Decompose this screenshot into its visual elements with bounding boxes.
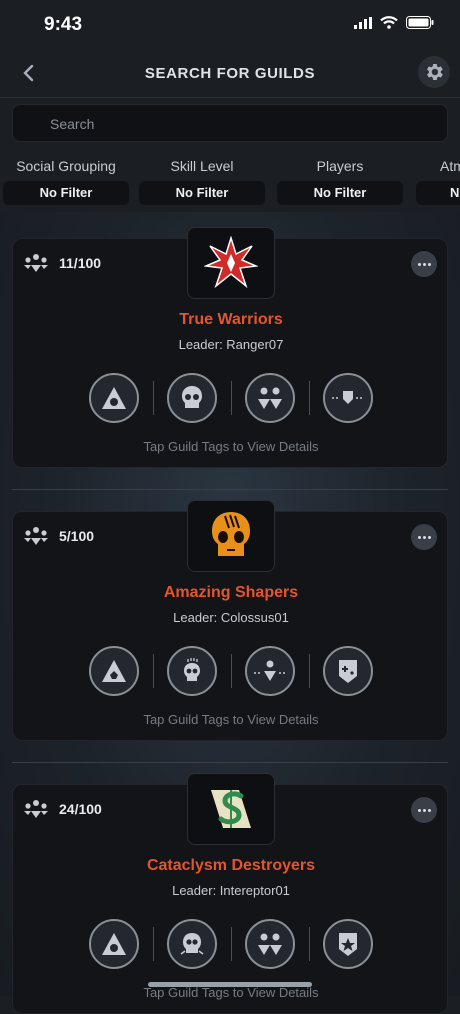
members-icon: [24, 254, 48, 272]
guild-leader: Leader: Intereptor01: [172, 883, 290, 898]
guild-tags: [89, 646, 373, 696]
search-input[interactable]: Search: [12, 104, 448, 142]
tag-social-icon[interactable]: [89, 373, 139, 423]
filter-label: Atm: [440, 158, 460, 174]
members-icon: [24, 800, 48, 818]
tag-social-icon[interactable]: [89, 646, 139, 696]
filter-atmosphere[interactable]: Atm N: [416, 158, 460, 205]
member-count: 24/100: [23, 799, 102, 819]
tag-players-icon[interactable]: [245, 919, 295, 969]
guild-card[interactable]: 5/100 Amazing Shapers Leader: Colossus01…: [12, 500, 448, 741]
tag-social-icon[interactable]: [89, 919, 139, 969]
tag-shield-icon[interactable]: [323, 919, 373, 969]
signal-icon: [354, 16, 372, 29]
guild-card[interactable]: 24/100 Cataclysm Destroyers Leader: Inte…: [12, 773, 448, 1014]
wifi-icon: [380, 16, 398, 29]
filter-label: Players: [316, 158, 364, 174]
members-icon: [24, 527, 48, 545]
more-options-button[interactable]: [411, 524, 437, 550]
status-icons: [354, 16, 434, 29]
green-s-scroll-emblem-icon: [187, 773, 275, 845]
member-count: 11/100: [23, 253, 101, 273]
page-title: SEARCH FOR GUILDS: [144, 65, 316, 82]
member-count: 5/100: [23, 526, 94, 546]
guild-name: Cataclysm Destroyers: [146, 857, 316, 874]
filter-social-grouping[interactable]: Social Grouping No Filter: [3, 158, 129, 205]
tags-hint: Tap Guild Tags to View Details: [143, 712, 319, 727]
more-options-button[interactable]: [411, 797, 437, 823]
tag-players-icon[interactable]: [245, 373, 295, 423]
tag-shield-icon[interactable]: [323, 373, 373, 423]
filter-skill-level[interactable]: Skill Level No Filter: [139, 158, 265, 205]
filter-label: Social Grouping: [16, 158, 116, 174]
gear-icon: [427, 64, 443, 80]
guild-leader: Leader: Colossus01: [173, 610, 289, 625]
filter-value[interactable]: No Filter: [3, 181, 129, 205]
divider: [12, 489, 448, 490]
filter-value[interactable]: No Filter: [139, 181, 265, 205]
tag-skull-icon[interactable]: [167, 646, 217, 696]
status-time: 9:43: [44, 14, 83, 35]
divider: [12, 762, 448, 763]
tag-skull-icon[interactable]: [167, 919, 217, 969]
filter-bar: Social Grouping No Filter Skill Level No…: [0, 150, 460, 212]
guild-name: True Warriors: [179, 311, 283, 328]
guild-card[interactable]: 11/100 True Warriors Leader: Ranger07 Ta…: [12, 227, 448, 468]
tag-shield-icon[interactable]: [323, 646, 373, 696]
member-count-text: 5/100: [59, 528, 95, 544]
guild-leader: Leader: Ranger07: [178, 337, 284, 352]
filter-value[interactable]: No Filter: [277, 181, 403, 205]
member-count-text: 11/100: [59, 255, 102, 271]
status-bar: 9:43: [0, 0, 460, 50]
guild-tags: [89, 373, 373, 423]
filter-label: Skill Level: [170, 158, 234, 174]
search-placeholder: Search: [50, 116, 95, 132]
tags-hint: Tap Guild Tags to View Details: [143, 439, 319, 454]
orange-skull-emblem-icon: [187, 500, 275, 572]
filter-value[interactable]: N: [416, 181, 460, 205]
home-indicator[interactable]: [148, 982, 312, 987]
more-options-button[interactable]: [411, 251, 437, 277]
settings-button[interactable]: [418, 56, 450, 88]
red-star-emblem-icon: [187, 227, 275, 299]
tag-players-icon[interactable]: [245, 646, 295, 696]
filter-players[interactable]: Players No Filter: [277, 158, 403, 205]
guild-tags: [89, 919, 373, 969]
nav-header: SEARCH FOR GUILDS: [0, 50, 460, 98]
tag-skull-icon[interactable]: [167, 373, 217, 423]
tags-hint: Tap Guild Tags to View Details: [143, 985, 319, 1000]
battery-icon: [406, 16, 434, 29]
member-count-text: 24/100: [59, 801, 102, 817]
guild-name: Amazing Shapers: [163, 584, 299, 601]
